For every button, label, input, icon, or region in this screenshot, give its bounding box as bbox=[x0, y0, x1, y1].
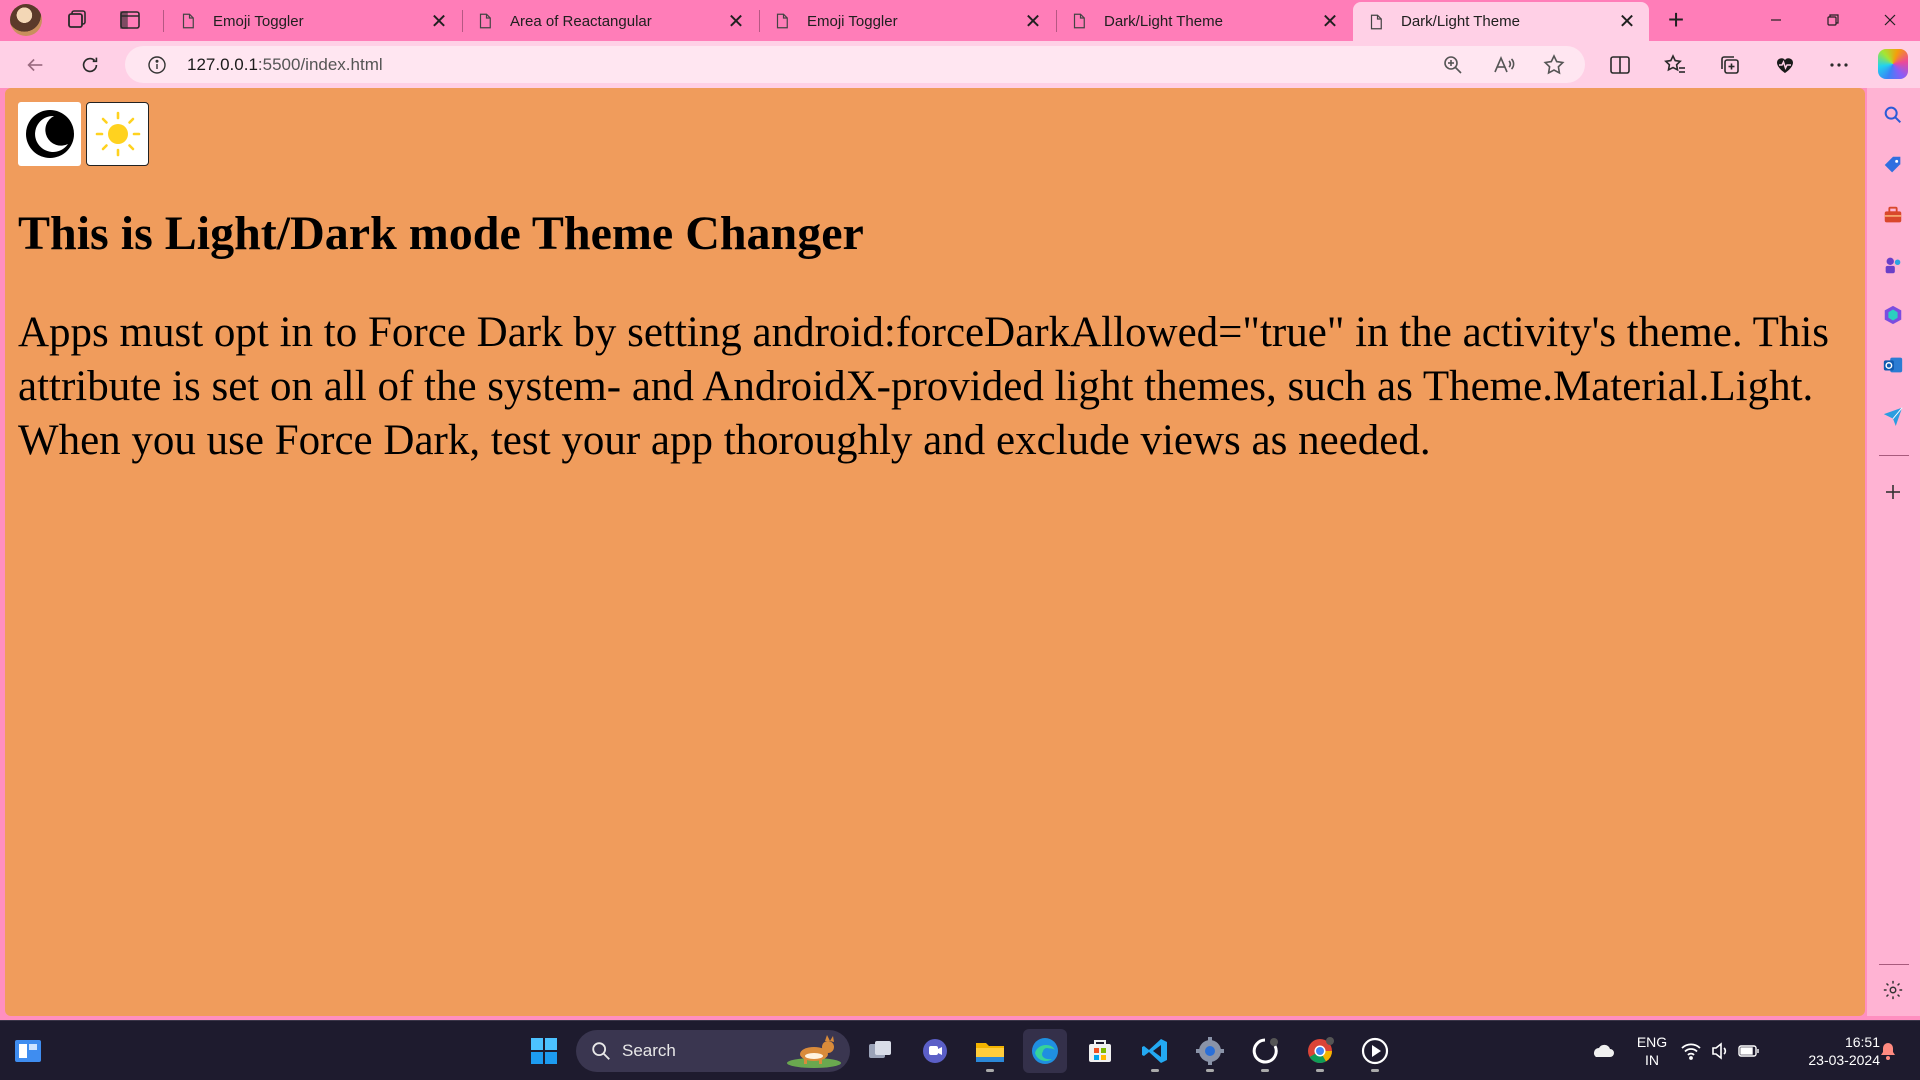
split-screen-icon[interactable] bbox=[1605, 50, 1635, 80]
tab-title: Dark/Light Theme bbox=[1104, 12, 1223, 30]
sidebar-search-icon[interactable] bbox=[1880, 102, 1906, 128]
vscode-icon[interactable] bbox=[1133, 1029, 1177, 1073]
volume-icon bbox=[1712, 1042, 1727, 1060]
theme-buttons bbox=[18, 102, 149, 166]
clock-time: 16:51 bbox=[1844, 1034, 1880, 1050]
tab-emoji-toggler-1[interactable]: Emoji Toggler ✕ bbox=[165, 2, 461, 40]
wifi-icon bbox=[1681, 1043, 1701, 1060]
microsoft-store-icon[interactable] bbox=[1078, 1029, 1122, 1073]
windows-taskbar: Search ENG IN 16:51 23-03-2024 bbox=[0, 1020, 1920, 1080]
url-host: 127.0.0.1 bbox=[187, 55, 258, 74]
clock[interactable]: 16:51 23-03-2024 bbox=[1780, 1033, 1880, 1069]
page-paragraph: Apps must opt in to Force Dark by settin… bbox=[18, 309, 1830, 464]
notification-bell-icon[interactable] bbox=[1866, 1029, 1910, 1073]
page-icon bbox=[182, 13, 194, 29]
file-explorer-icon[interactable] bbox=[968, 1029, 1012, 1073]
read-aloud-icon[interactable] bbox=[1492, 53, 1516, 77]
vertical-tabs-icon[interactable] bbox=[118, 8, 142, 32]
page-content: This is Light/Dark mode Theme Changer Ap… bbox=[5, 88, 1865, 1016]
restore-icon[interactable] bbox=[1805, 0, 1861, 40]
widgets-icon[interactable] bbox=[6, 1029, 50, 1073]
language-line2: IN bbox=[1645, 1052, 1659, 1068]
quick-settings[interactable] bbox=[1675, 1029, 1765, 1073]
onedrive-cloud-icon[interactable] bbox=[1580, 1029, 1624, 1073]
tab-emoji-toggler-2[interactable]: Emoji Toggler ✕ bbox=[759, 2, 1055, 40]
settings-gear-icon[interactable] bbox=[1188, 1029, 1232, 1073]
media-player-icon[interactable] bbox=[1353, 1029, 1397, 1073]
sidebar-settings-gear-icon[interactable] bbox=[1880, 977, 1906, 1003]
new-tab-button[interactable]: + bbox=[1660, 6, 1692, 36]
tab-area-of-reactangular[interactable]: Area of Reactangular ✕ bbox=[462, 2, 758, 40]
moon-icon bbox=[25, 110, 74, 158]
tab-close-icon[interactable]: ✕ bbox=[1615, 10, 1639, 34]
search-highlight-dog-icon bbox=[787, 1035, 841, 1068]
minimize-icon[interactable] bbox=[1748, 0, 1804, 40]
light-mode-button[interactable] bbox=[86, 102, 149, 166]
browser-essentials-icon[interactable] bbox=[1770, 50, 1800, 80]
task-view-icon[interactable] bbox=[858, 1029, 902, 1073]
games-icon[interactable] bbox=[1880, 252, 1906, 278]
tab-close-icon[interactable]: ✕ bbox=[427, 9, 451, 33]
add-sidebar-app-icon[interactable] bbox=[1880, 479, 1906, 505]
copilot-icon[interactable] bbox=[1878, 49, 1908, 79]
back-icon[interactable] bbox=[18, 48, 52, 82]
tab-dark-light-theme-active[interactable]: Dark/Light Theme ✕ bbox=[1353, 2, 1649, 41]
outlook-icon[interactable] bbox=[1880, 352, 1906, 378]
tab-title: Emoji Toggler bbox=[807, 12, 898, 30]
language-indicator[interactable]: ENG IN bbox=[1630, 1033, 1674, 1069]
chrome-icon[interactable] bbox=[1298, 1029, 1342, 1073]
clock-date: 23-03-2024 bbox=[1808, 1052, 1880, 1068]
more-options-icon[interactable] bbox=[1824, 50, 1854, 80]
favorite-star-icon[interactable] bbox=[1542, 53, 1566, 77]
windows-start-icon[interactable] bbox=[522, 1029, 566, 1073]
url-path: :5500/index.html bbox=[257, 55, 383, 74]
sidebar-divider bbox=[1879, 964, 1909, 965]
page-icon bbox=[479, 13, 491, 29]
page-icon bbox=[1073, 13, 1085, 29]
browser-toolbar: 127.0.0.1:5500/index.html bbox=[0, 41, 1920, 88]
zoom-icon[interactable] bbox=[1441, 53, 1465, 77]
edge-sidebar bbox=[1867, 88, 1920, 1016]
language-line1: ENG bbox=[1636, 1034, 1668, 1050]
github-copilot-icon[interactable] bbox=[1243, 1029, 1287, 1073]
tab-close-icon[interactable]: ✕ bbox=[1021, 9, 1045, 33]
profile-avatar[interactable] bbox=[10, 4, 42, 36]
tab-title: Dark/Light Theme bbox=[1401, 13, 1520, 30]
search-icon bbox=[592, 1042, 610, 1060]
battery-icon bbox=[1738, 1045, 1759, 1057]
tools-icon[interactable] bbox=[1880, 202, 1906, 228]
sidebar-divider bbox=[1879, 455, 1909, 456]
tab-close-icon[interactable]: ✕ bbox=[724, 9, 748, 33]
search-label: Search bbox=[622, 1041, 676, 1060]
taskbar-search[interactable]: Search bbox=[576, 1030, 850, 1072]
page-heading: This is Light/Dark mode Theme Changer bbox=[18, 207, 864, 260]
workspaces-icon[interactable] bbox=[65, 8, 89, 32]
dark-mode-button[interactable] bbox=[18, 102, 81, 166]
address-bar[interactable]: 127.0.0.1:5500/index.html bbox=[125, 46, 1585, 83]
sun-icon bbox=[95, 111, 140, 157]
tab-strip: Emoji Toggler ✕ Area of Reactangular ✕ E… bbox=[0, 0, 1920, 41]
tab-title: Area of Reactangular bbox=[510, 12, 652, 30]
shopping-tag-icon[interactable] bbox=[1880, 152, 1906, 178]
close-window-icon[interactable] bbox=[1862, 0, 1918, 40]
site-info-icon[interactable] bbox=[147, 55, 167, 75]
microsoft-365-icon[interactable] bbox=[1880, 302, 1906, 328]
teams-chat-icon[interactable] bbox=[913, 1029, 957, 1073]
refresh-icon[interactable] bbox=[73, 48, 107, 82]
tab-dark-light-theme-1[interactable]: Dark/Light Theme ✕ bbox=[1056, 2, 1352, 40]
collections-icon[interactable] bbox=[1715, 50, 1745, 80]
tab-close-icon[interactable]: ✕ bbox=[1318, 9, 1342, 33]
favorites-icon[interactable] bbox=[1660, 50, 1690, 80]
page-icon bbox=[1370, 14, 1382, 29]
edge-browser-icon[interactable] bbox=[1023, 1029, 1067, 1073]
tab-separator bbox=[163, 10, 164, 32]
tab-title: Emoji Toggler bbox=[213, 12, 304, 30]
send-drop-icon[interactable] bbox=[1880, 402, 1906, 428]
url-text[interactable]: 127.0.0.1:5500/index.html bbox=[187, 55, 383, 75]
page-icon bbox=[776, 13, 788, 29]
